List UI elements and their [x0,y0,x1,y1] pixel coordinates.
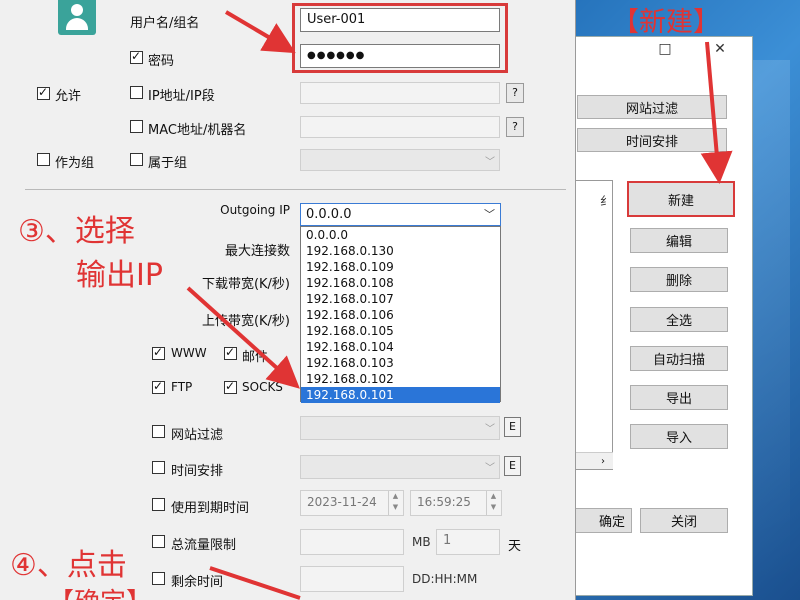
arrow-to-username [224,10,296,54]
step4-annotation-line2: 【确定】 [48,582,152,600]
step4-annotation: ④、点击 [10,548,127,583]
new-annotation: 【新建】 [612,7,720,38]
arrow-to-ok [209,566,301,600]
arrow-to-new-button [700,41,733,184]
annotation-arrows [186,10,733,600]
arrow-to-dropdown [186,286,300,389]
step3-annotation: ③、选择 [18,214,135,249]
step3-annotation-line2: 输出IP [76,258,163,293]
